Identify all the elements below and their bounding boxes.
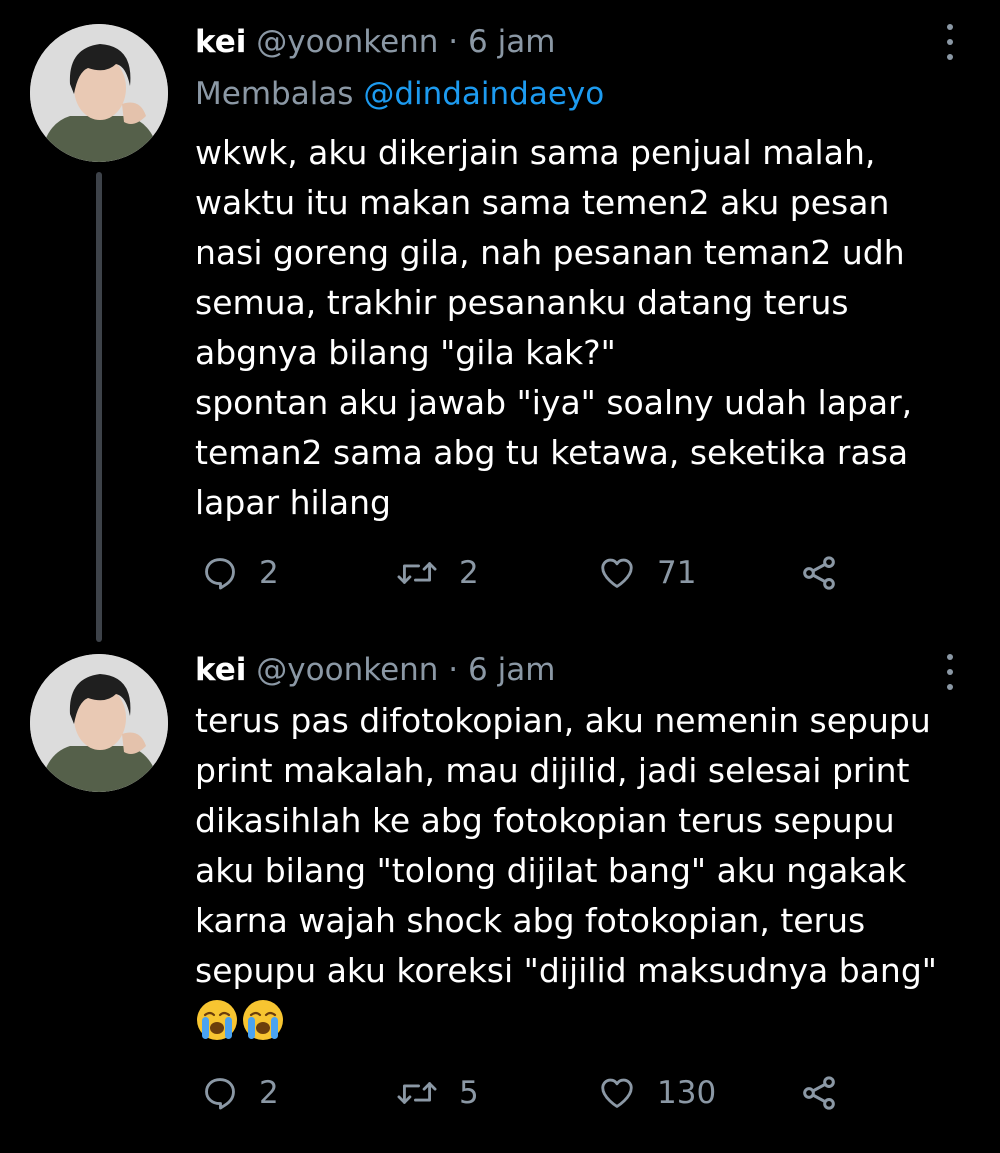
text-line: nasi goreng gila, nah pesanan teman2 udh [195, 233, 905, 272]
text-line: teman2 sama abg tu ketawa, seketika rasa [195, 433, 909, 472]
text-line: dikasihlah ke abg fotokopian terus sepup… [195, 801, 895, 840]
more-vertical-icon[interactable] [942, 654, 958, 690]
text-line: print makalah, mau dijilid, jadi selesai… [195, 751, 910, 790]
reply-button[interactable]: 2 [201, 548, 279, 598]
text-line: sepupu aku koreksi "dijilid maksudnya ba… [195, 951, 937, 990]
text-line: spontan aku jawab "iya" soalny udah lapa… [195, 383, 913, 422]
reply-count: 2 [259, 1075, 279, 1111]
tweet[interactable]: kei @yoonkenn · 6 jam Membalas @dindaind… [0, 0, 1000, 642]
retweet-icon [397, 1082, 437, 1104]
author-handle[interactable]: @yoonkenn [256, 24, 438, 60]
action-bar: 2 5 130 [195, 1068, 875, 1118]
retweet-button[interactable]: 5 [395, 1068, 479, 1118]
loudly-crying-face-icon [243, 1000, 283, 1040]
text-line: aku bilang "tolong dijilat bang" aku nga… [195, 851, 907, 890]
like-count: 71 [657, 555, 697, 591]
separator: · [448, 652, 459, 688]
text-line: terus pas difotokopian, aku nemenin sepu… [195, 701, 931, 740]
like-button[interactable]: 71 [597, 548, 696, 598]
reply-count: 2 [259, 555, 279, 591]
text-line: karna wajah shock abg fotokopian, terus [195, 901, 866, 940]
timestamp[interactable]: 6 jam [468, 652, 555, 688]
retweet-count: 2 [459, 555, 479, 591]
timestamp[interactable]: 6 jam [468, 24, 555, 60]
more-vertical-icon[interactable] [942, 24, 958, 60]
author-name[interactable]: kei [195, 652, 246, 688]
tweet-text: wkwk, aku dikerjain sama penjual malah, … [195, 128, 975, 528]
heart-icon [601, 558, 633, 588]
avatar[interactable] [30, 654, 168, 792]
loudly-crying-face-icon [197, 1000, 237, 1040]
action-bar: 2 2 71 [195, 548, 875, 598]
reply-icon [205, 1078, 235, 1110]
author-handle[interactable]: @yoonkenn [256, 652, 438, 688]
share-icon [803, 556, 835, 590]
share-icon [803, 1076, 835, 1110]
like-button[interactable]: 130 [597, 1068, 716, 1118]
separator: · [448, 24, 459, 60]
text-line: wkwk, aku dikerjain sama penjual malah, [195, 133, 876, 172]
avatar-image [30, 24, 168, 162]
avatar-image [30, 654, 168, 792]
text-line: lapar hilang [195, 483, 391, 522]
tweet-header: kei @yoonkenn · 6 jam [195, 648, 555, 692]
retweet-icon [397, 562, 437, 584]
mention-link[interactable]: @dindaindaeyo [363, 76, 604, 112]
reply-icon [205, 558, 235, 590]
text-line: waktu itu makan sama temen2 aku pesan [195, 183, 890, 222]
thread-line [96, 172, 102, 642]
avatar[interactable] [30, 24, 168, 162]
text-line: abgnya bilang "gila kak?" [195, 333, 616, 372]
text-line: semua, trakhir pesananku datang terus [195, 283, 849, 322]
reply-button[interactable]: 2 [201, 1068, 279, 1118]
author-name[interactable]: kei [195, 24, 246, 60]
replying-prefix: Membalas [195, 76, 354, 112]
share-button[interactable] [799, 548, 839, 598]
tweet-text: terus pas difotokopian, aku nemenin sepu… [195, 696, 975, 1042]
heart-icon [601, 1078, 633, 1108]
tweet-header: kei @yoonkenn · 6 jam [195, 20, 555, 64]
replying-to: Membalas @dindaindaeyo [195, 72, 604, 116]
retweet-count: 5 [459, 1075, 479, 1111]
emoji-row [195, 998, 975, 1042]
share-button[interactable] [799, 1068, 839, 1118]
retweet-button[interactable]: 2 [395, 548, 479, 598]
like-count: 130 [657, 1075, 717, 1111]
